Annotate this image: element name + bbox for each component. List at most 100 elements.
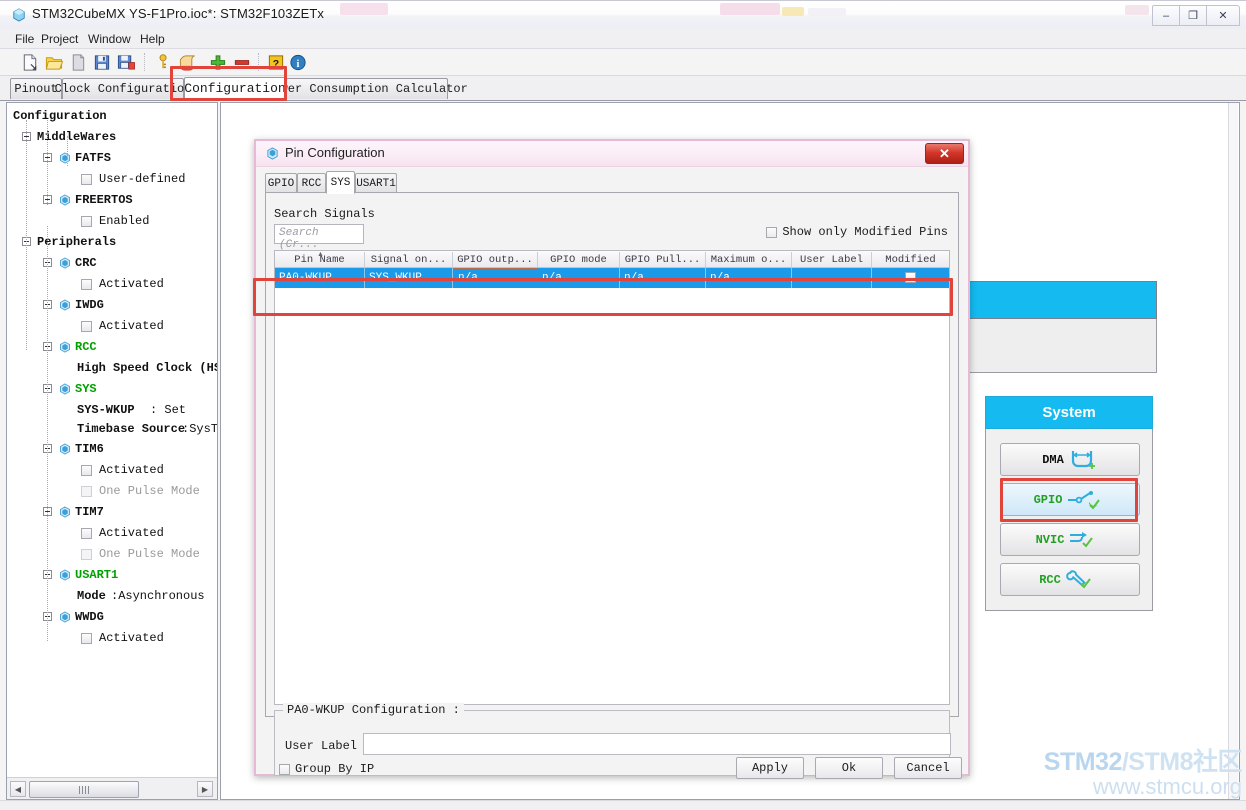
about-info-icon[interactable]: i — [288, 53, 308, 72]
peripheral-button-rcc[interactable]: RCC — [1000, 563, 1140, 596]
checkbox-activated[interactable] — [81, 528, 92, 539]
tree-peripheral-fatfs[interactable]: FATFS — [7, 148, 217, 169]
peripheral-button-nvic[interactable]: NVIC — [1000, 523, 1140, 556]
checkbox-enabled[interactable] — [81, 216, 92, 227]
apply-button[interactable]: Apply — [736, 757, 804, 779]
new-file-icon[interactable] — [20, 53, 40, 72]
tab-configuration[interactable]: Configuration — [184, 77, 286, 100]
tree-item-label: One Pulse Mode — [99, 547, 200, 561]
tree-peripheral-usart1[interactable]: USART1 — [7, 565, 217, 586]
scroll-generate-icon[interactable] — [178, 53, 198, 72]
dialog-close-button[interactable]: ✕ — [925, 143, 964, 164]
peripheral-button-gpio[interactable]: GPIO — [1000, 483, 1140, 516]
checkbox-group-by-ip[interactable] — [279, 763, 290, 775]
key-icon[interactable] — [154, 53, 174, 72]
signals-table[interactable]: Pin Name ▲ Signal on... GPIO outp... GPI… — [274, 250, 950, 705]
tree-item-crc-activated[interactable]: Activated — [7, 274, 217, 295]
column-header-gpio-pull[interactable]: GPIO Pull... — [620, 252, 706, 267]
tab-power-consumption-calculator[interactable]: Power Consumption Calculator — [266, 78, 468, 99]
tree-item-user-defined[interactable]: User-defined — [7, 169, 217, 190]
scroll-thumb[interactable] — [29, 781, 139, 798]
tree-peripheral-tim6[interactable]: TIM6 — [7, 439, 217, 460]
tree-item-enabled[interactable]: Enabled — [7, 211, 217, 232]
cell-gpio-mode[interactable]: n/a — [538, 268, 620, 288]
tree-group-peripherals[interactable]: Peripherals — [7, 232, 217, 253]
tree-item-tim7-activated[interactable]: Activated — [7, 523, 217, 544]
tree-peripheral-crc[interactable]: CRC — [7, 253, 217, 274]
tree-root-configuration: Configuration — [7, 106, 217, 127]
tree-connector — [67, 136, 68, 166]
checkbox-modified[interactable] — [905, 272, 916, 283]
tree-item-label: Activated — [99, 277, 164, 291]
column-header-gpio-output[interactable]: GPIO outp... — [453, 252, 538, 267]
menu-item-project[interactable]: Project — [38, 32, 81, 46]
cell-maximum-output[interactable]: n/a — [706, 268, 792, 288]
checkbox-one-pulse-mode[interactable] — [81, 486, 92, 497]
add-plus-icon[interactable] — [208, 53, 228, 72]
peripheral-button-label: DMA — [1042, 452, 1064, 467]
copy-page-icon[interactable] — [68, 53, 88, 72]
checkbox-activated[interactable] — [81, 633, 92, 644]
tree-item-label: Activated — [99, 526, 164, 540]
tree-peripheral-tim7[interactable]: TIM7 — [7, 502, 217, 523]
dialog-tab-sys[interactable]: SYS — [326, 171, 355, 194]
checkbox-show-only-modified-pins[interactable] — [766, 226, 778, 238]
open-folder-icon[interactable] — [44, 53, 64, 72]
table-row[interactable]: PA0-WKUP SYS_WKUP n/a n/a n/a n/a — [275, 268, 949, 288]
maximize-button[interactable]: ❐ — [1179, 5, 1207, 26]
tree-group-middlewares[interactable]: MiddleWares — [7, 127, 217, 148]
tree-item-label: Activated — [99, 631, 164, 645]
tree-item-wwdg-activated[interactable]: Activated — [7, 628, 217, 649]
scroll-left-icon[interactable]: ◀ — [10, 781, 26, 797]
cell-user-label[interactable] — [792, 268, 872, 288]
save-icon[interactable] — [92, 53, 112, 72]
minimize-button[interactable]: – — [1152, 5, 1180, 26]
tree-item-tim6-one-pulse-mode[interactable]: One Pulse Mode — [7, 481, 217, 502]
menu-item-window[interactable]: Window — [85, 32, 134, 46]
show-only-modified-pins-row[interactable]: Show only Modified Pins — [766, 225, 948, 239]
tree-peripheral-sys[interactable]: SYS — [7, 379, 217, 400]
menu-item-file[interactable]: File — [12, 32, 37, 46]
checkbox-one-pulse-mode[interactable] — [81, 549, 92, 560]
scroll-right-icon[interactable]: ▶ — [197, 781, 213, 797]
remove-minus-icon[interactable] — [232, 53, 252, 72]
sidebar-horizontal-scrollbar[interactable]: ◀ ▶ — [7, 777, 217, 799]
cell-gpio-pull[interactable]: n/a — [620, 268, 706, 288]
column-header-modified[interactable]: Modified — [872, 252, 949, 267]
checkbox-activated[interactable] — [81, 279, 92, 290]
canvas-vertical-scrollbar[interactable] — [1228, 103, 1238, 799]
tree-item-tim7-one-pulse-mode[interactable]: One Pulse Mode — [7, 544, 217, 565]
system-peripheral-panel: System DMA GPIO NVIC RCC — [985, 396, 1153, 611]
dialog-tab-usart1[interactable]: USART1 — [355, 173, 397, 193]
tree-peripheral-label: SYS — [75, 382, 97, 396]
group-by-ip-row[interactable]: Group By IP — [279, 762, 374, 776]
ok-button[interactable]: Ok — [815, 757, 883, 779]
search-input[interactable]: Search (Cr... — [274, 224, 364, 251]
tree-item-label: User-defined — [99, 172, 186, 186]
checkbox-activated[interactable] — [81, 465, 92, 476]
save-as-icon[interactable] — [116, 53, 136, 72]
tree-peripheral-rcc[interactable]: RCC — [7, 337, 217, 358]
tree-item-iwdg-activated[interactable]: Activated — [7, 316, 217, 337]
column-header-signal-on[interactable]: Signal on... — [365, 252, 453, 267]
cancel-button[interactable]: Cancel — [894, 757, 962, 779]
cell-gpio-output[interactable]: n/a — [453, 268, 538, 288]
checkbox-activated[interactable] — [81, 321, 92, 332]
pin-config-legend: PA0-WKUP Configuration : — [283, 703, 464, 717]
tree-item-tim6-activated[interactable]: Activated — [7, 460, 217, 481]
tree-item-sys-wkup: SYS-WKUP : Set — [7, 400, 217, 419]
column-header-gpio-mode[interactable]: GPIO mode — [538, 252, 620, 267]
dialog-tab-gpio[interactable]: GPIO — [265, 173, 297, 193]
menu-item-help[interactable]: Help — [137, 32, 168, 46]
tab-clock-configuration[interactable]: Clock Configuration — [55, 78, 191, 99]
tree-peripheral-freertos[interactable]: FREERTOS — [7, 190, 217, 211]
column-header-maximum-output[interactable]: Maximum o... — [706, 252, 792, 267]
peripheral-button-dma[interactable]: DMA — [1000, 443, 1140, 476]
dialog-tab-rcc[interactable]: RCC — [297, 173, 326, 193]
column-header-user-label[interactable]: User Label — [792, 252, 872, 267]
tree-peripheral-iwdg[interactable]: IWDG — [7, 295, 217, 316]
checkbox-user-defined[interactable] — [81, 174, 92, 185]
close-button[interactable]: ✕ — [1206, 5, 1240, 26]
help-question-icon[interactable]: ? — [266, 53, 286, 72]
tree-peripheral-wwdg[interactable]: WWDG — [7, 607, 217, 628]
